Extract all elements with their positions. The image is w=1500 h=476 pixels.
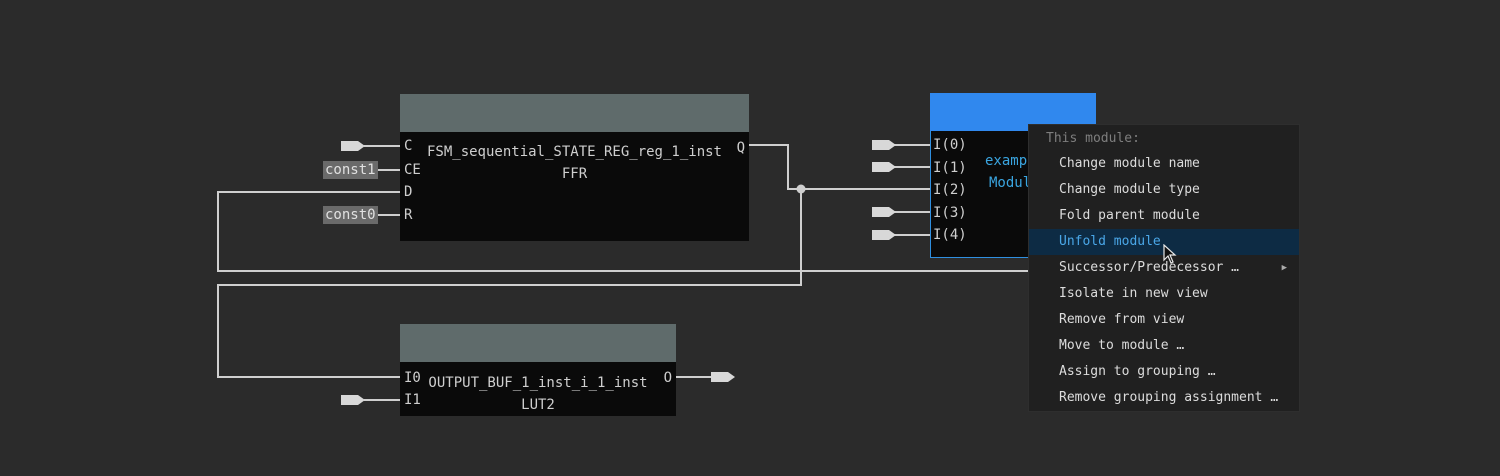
pin-i1[interactable]: I1: [404, 392, 421, 408]
gate-ffr[interactable]: FSM_sequential_STATE_REG_reg_1_inst FFR …: [400, 94, 749, 241]
mouse-cursor-icon: [1163, 244, 1177, 264]
pin-i4[interactable]: I(4): [933, 227, 967, 243]
net-junction: [796, 184, 806, 194]
pin-r[interactable]: R: [404, 207, 412, 223]
menu-item-change-module-name[interactable]: Change module name: [1029, 151, 1299, 177]
gate-name: OUTPUT_BUF_1_inst_i_1_inst: [428, 375, 648, 391]
gate-type: LUT2: [521, 397, 555, 413]
menu-item-label: Successor/Predecessor …: [1059, 260, 1240, 275]
module-type: Modul: [989, 175, 1032, 191]
pin-q[interactable]: Q: [737, 140, 745, 156]
menu-item-fold-parent-module[interactable]: Fold parent module: [1029, 203, 1299, 229]
input-port-arrow[interactable]: [872, 140, 896, 150]
pin-i3[interactable]: I(3): [933, 205, 967, 221]
pin-i0[interactable]: I0: [404, 370, 421, 386]
const0-label[interactable]: const0: [323, 206, 378, 224]
pin-ce[interactable]: CE: [404, 162, 421, 178]
gate-header: [400, 94, 749, 132]
input-port-arrow[interactable]: [341, 141, 365, 151]
pin-o[interactable]: O: [664, 370, 672, 386]
input-port-arrow[interactable]: [872, 230, 896, 240]
menu-section-header: This module:: [1046, 131, 1140, 146]
input-port-arrow[interactable]: [872, 207, 896, 217]
gate-name: FSM_sequential_STATE_REG_reg_1_inst: [426, 144, 722, 160]
menu-item-remove-from-view[interactable]: Remove from view: [1029, 307, 1299, 333]
pin-d[interactable]: D: [404, 184, 412, 200]
context-menu[interactable]: This module: Change module name Change m…: [1028, 124, 1300, 412]
gate-type: FFR: [561, 166, 588, 182]
output-port-arrow[interactable]: [711, 372, 735, 382]
input-port-arrow[interactable]: [872, 162, 896, 172]
input-port-arrow[interactable]: [341, 395, 365, 405]
menu-item-change-module-type[interactable]: Change module type: [1029, 177, 1299, 203]
menu-item-move-to-module[interactable]: Move to module …: [1029, 333, 1299, 359]
gate-header: [400, 324, 676, 362]
pin-c[interactable]: C: [404, 138, 412, 154]
pin-i1[interactable]: I(1): [933, 160, 967, 176]
menu-item-assign-to-grouping[interactable]: Assign to grouping …: [1029, 359, 1299, 385]
pin-i2[interactable]: I(2): [933, 182, 967, 198]
menu-item-isolate-in-new-view[interactable]: Isolate in new view: [1029, 281, 1299, 307]
const1-label[interactable]: const1: [323, 161, 378, 179]
submenu-arrow-icon: ▶: [1281, 263, 1287, 273]
gate-lut2[interactable]: OUTPUT_BUF_1_inst_i_1_inst LUT2 I0 I1 O: [400, 324, 676, 416]
pin-i0[interactable]: I(0): [933, 137, 967, 153]
menu-item-remove-grouping-assignment[interactable]: Remove grouping assignment …: [1029, 385, 1299, 411]
